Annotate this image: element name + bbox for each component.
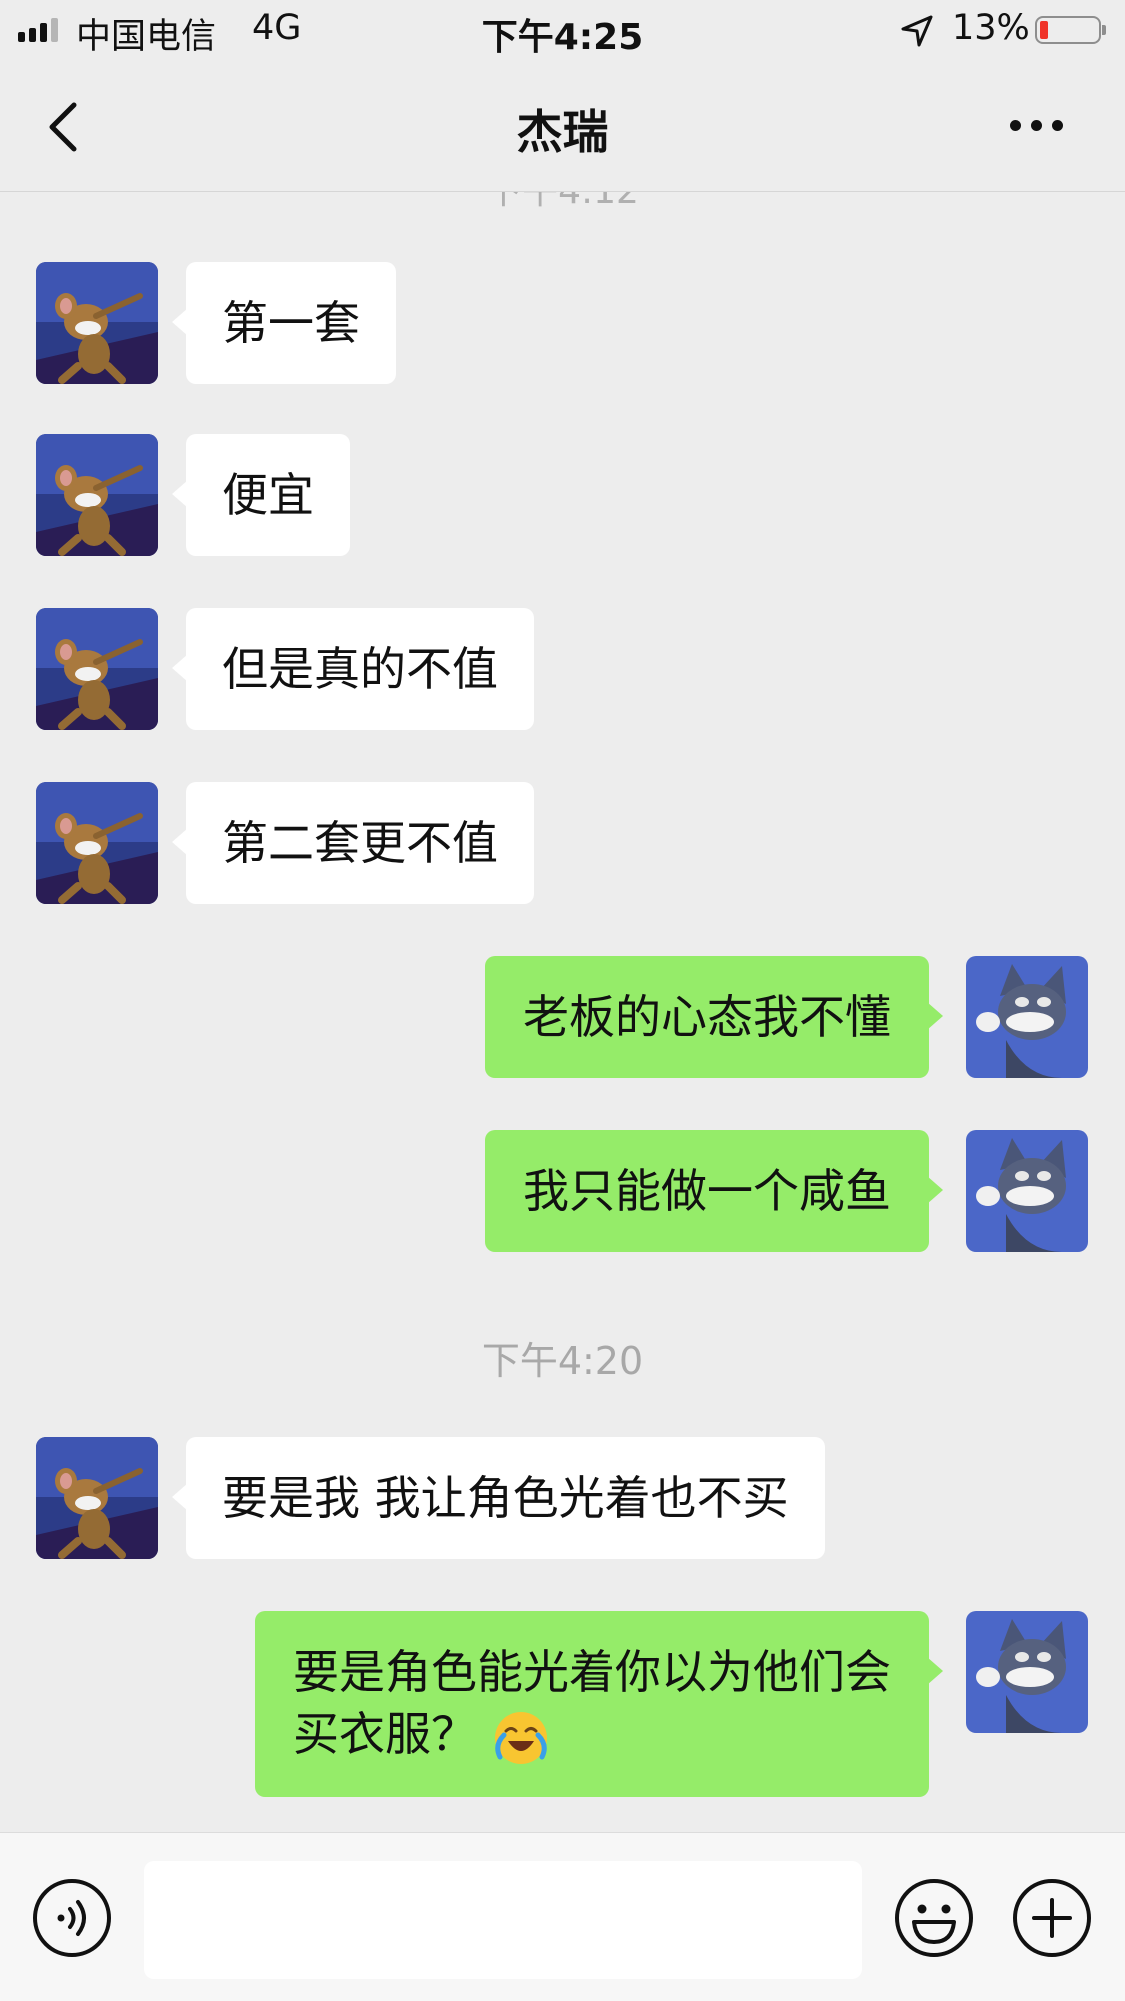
battery-percentage: 13% [952,8,1030,48]
input-bar [0,1832,1125,2001]
message-bubble[interactable]: 要是我 我让角色光着也不买 [172,1437,825,1559]
plus-circle-icon[interactable] [1012,1878,1092,1958]
message-bubble[interactable]: 第二套更不值 [172,782,534,904]
message-bubble[interactable]: 但是真的不值 [172,608,534,730]
jerry-mouse-avatar-icon [36,434,158,556]
timestamp: 下午4:20 [481,1339,644,1383]
message-line: 要是角色能光着你以为他们会 [293,1645,891,1699]
jerry-mouse-avatar-icon [36,782,158,904]
message-bubble[interactable]: 老板的心态我不懂 [485,956,943,1078]
message-bubble[interactable]: 便宜 [172,434,350,556]
nav-bar: 杰瑞 [0,62,1125,192]
message-line: 买衣服？ [293,1703,891,1767]
status-bar: 中国电信 4G 下午4:25 13% [0,0,1125,62]
contact-avatar[interactable] [36,434,158,556]
contact-avatar[interactable] [36,782,158,904]
contact-avatar[interactable] [36,1437,158,1559]
message-text: 买衣服？ [293,1707,477,1761]
message-bubble[interactable]: 第一套 [172,262,396,384]
laughing-crying-emoji-icon [494,1711,547,1764]
my-avatar[interactable] [966,956,1088,1078]
tom-cat-avatar-icon [966,1130,1088,1252]
jerry-mouse-avatar-icon [36,262,158,384]
voice-icon[interactable] [32,1878,112,1958]
chat-title: 杰瑞 [516,105,609,159]
contact-avatar[interactable] [36,608,158,730]
my-avatar[interactable] [966,1611,1088,1733]
timestamp: 下午4:12 [0,192,1125,214]
chat-messages[interactable]: 下午4:12 第一套 便宜 但是真的不值 第二套更不值 老板的心态我不懂 我只能… [0,192,1125,1832]
tom-cat-avatar-icon [966,956,1088,1078]
message-bubble[interactable]: 我只能做一个咸鱼 [485,1130,943,1252]
my-avatar[interactable] [966,1130,1088,1252]
ellipsis-icon[interactable] [1010,120,1063,131]
contact-avatar[interactable] [36,262,158,384]
battery-level [1040,21,1048,39]
tom-cat-avatar-icon [966,1611,1088,1733]
message-bubble[interactable]: 要是角色能光着你以为他们会 买衣服？ [255,1611,943,1797]
jerry-mouse-avatar-icon [36,608,158,730]
location-arrow-icon [901,15,933,47]
smiley-icon[interactable] [894,1878,974,1958]
jerry-mouse-avatar-icon [36,1437,158,1559]
message-input[interactable] [144,1861,862,1979]
battery-icon [1035,16,1106,44]
